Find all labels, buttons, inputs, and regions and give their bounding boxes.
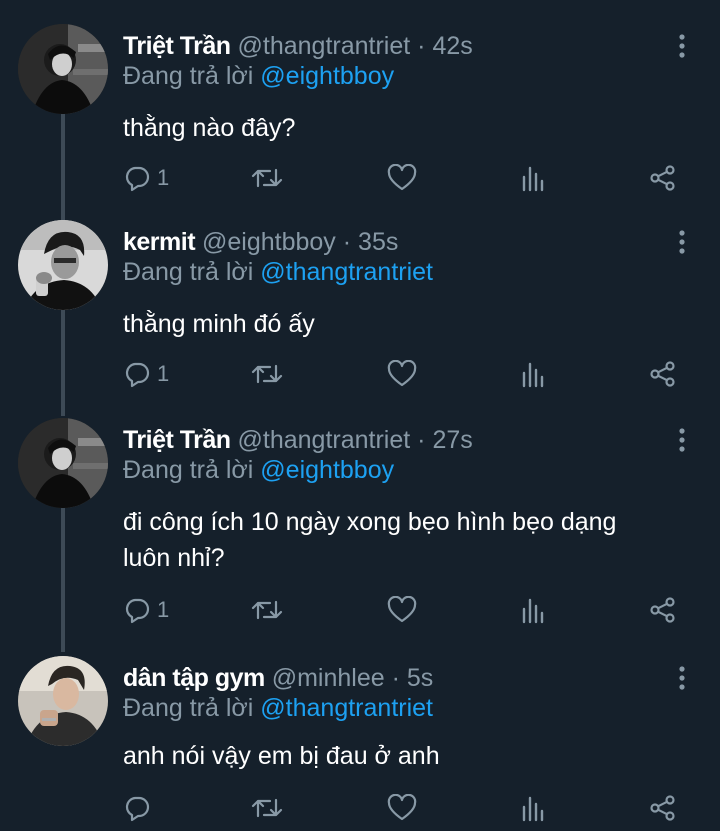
analytics-button[interactable] bbox=[520, 163, 546, 193]
share-icon bbox=[650, 165, 675, 191]
user-handle[interactable]: @minhlee bbox=[272, 664, 385, 692]
like-button[interactable] bbox=[387, 793, 417, 823]
like-button[interactable] bbox=[387, 359, 417, 389]
reply-prefix: Đang trả lời bbox=[123, 62, 254, 90]
replying-to: Đang trả lời @thangtrantriet bbox=[123, 692, 433, 724]
display-name[interactable]: Triệt Trần bbox=[123, 426, 231, 454]
retweet-icon bbox=[251, 364, 283, 384]
like-icon bbox=[387, 360, 417, 387]
share-icon bbox=[650, 361, 675, 387]
like-icon bbox=[387, 794, 417, 821]
avatar[interactable] bbox=[18, 656, 108, 746]
retweet-icon bbox=[251, 798, 283, 818]
tweet-actions bbox=[123, 793, 683, 823]
retweet-button[interactable] bbox=[251, 359, 283, 389]
tweet[interactable]: kermit @eightbboy · 35s Đang trả lời @th… bbox=[0, 220, 720, 396]
analytics-icon bbox=[522, 166, 544, 192]
reply-prefix: Đang trả lời bbox=[123, 258, 254, 286]
tweet-actions: 1 bbox=[123, 359, 683, 389]
replying-to: Đang trả lời @eightbboy bbox=[123, 60, 394, 92]
reply-target-link[interactable]: @eightbboy bbox=[260, 62, 394, 90]
display-name[interactable]: kermit bbox=[123, 228, 196, 256]
retweet-button[interactable] bbox=[251, 595, 283, 625]
tweet-text: anh nói vậy em bị đau ở anh bbox=[123, 742, 440, 770]
tweet-text: thằng nào đây? bbox=[123, 114, 296, 142]
more-icon[interactable] bbox=[672, 228, 692, 256]
tweet-text: đi công ích 10 ngày xong bẹo hình bẹo dạ… bbox=[123, 508, 617, 572]
timestamp[interactable]: 5s bbox=[407, 664, 433, 692]
like-button[interactable] bbox=[387, 595, 417, 625]
user-handle[interactable]: @eightbboy bbox=[202, 228, 336, 256]
display-name[interactable]: dân tập gym bbox=[123, 664, 265, 692]
avatar[interactable] bbox=[18, 418, 108, 508]
reply-icon bbox=[125, 362, 150, 388]
tweet-header: Triệt Trần @thangtrantriet · 42s bbox=[123, 30, 473, 62]
tweet[interactable]: dân tập gym @minhlee · 5s Đang trả lời @… bbox=[0, 656, 720, 831]
analytics-icon bbox=[522, 598, 544, 624]
tweet[interactable]: Triệt Trần @thangtrantriet · 42s Đang tr… bbox=[0, 24, 720, 200]
user-handle[interactable]: @thangtrantriet bbox=[238, 426, 411, 454]
replying-to: Đang trả lời @eightbboy bbox=[123, 454, 394, 486]
tweet-text: thằng minh đó ấy bbox=[123, 310, 315, 338]
analytics-icon bbox=[522, 796, 544, 822]
analytics-icon bbox=[522, 362, 544, 388]
tweet-header: kermit @eightbboy · 35s bbox=[123, 226, 398, 258]
reply-count: 1 bbox=[157, 597, 170, 622]
analytics-button[interactable] bbox=[520, 595, 546, 625]
reply-target-link[interactable]: @eightbboy bbox=[260, 456, 394, 484]
separator: · bbox=[417, 32, 426, 60]
separator: · bbox=[342, 228, 352, 256]
replying-to: Đang trả lời @thangtrantriet bbox=[123, 256, 433, 288]
analytics-button[interactable] bbox=[520, 793, 546, 823]
analytics-button[interactable] bbox=[520, 359, 546, 389]
like-button[interactable] bbox=[387, 163, 417, 193]
tweet-actions: 1 bbox=[123, 163, 683, 193]
like-icon bbox=[387, 596, 417, 623]
retweet-button[interactable] bbox=[251, 793, 283, 823]
more-icon[interactable] bbox=[672, 426, 692, 454]
reply-prefix: Đang trả lời bbox=[123, 456, 254, 484]
reply-prefix: Đang trả lời bbox=[123, 694, 254, 722]
tweet-header: Triệt Trần @thangtrantriet · 27s bbox=[123, 424, 473, 456]
reply-button[interactable]: 1 bbox=[123, 163, 169, 193]
share-icon bbox=[650, 597, 675, 623]
reply-icon bbox=[125, 796, 150, 822]
share-icon bbox=[650, 795, 675, 821]
share-button[interactable] bbox=[649, 359, 677, 389]
separator: · bbox=[417, 426, 426, 454]
reply-target-link[interactable]: @thangtrantriet bbox=[260, 258, 433, 286]
avatar[interactable] bbox=[18, 24, 108, 114]
display-name[interactable]: Triệt Trần bbox=[123, 32, 231, 60]
timestamp[interactable]: 27s bbox=[432, 426, 472, 454]
tweet[interactable]: Triệt Trần @thangtrantriet · 27s Đang tr… bbox=[0, 418, 720, 634]
reply-icon bbox=[125, 598, 150, 624]
timestamp[interactable]: 35s bbox=[358, 228, 398, 256]
timestamp[interactable]: 42s bbox=[432, 32, 472, 60]
reply-button[interactable]: 1 bbox=[123, 595, 169, 625]
retweet-button[interactable] bbox=[251, 163, 283, 193]
reply-button[interactable] bbox=[123, 793, 157, 823]
tweet-header: dân tập gym @minhlee · 5s bbox=[123, 662, 433, 694]
user-handle[interactable]: @thangtrantriet bbox=[238, 32, 411, 60]
avatar[interactable] bbox=[18, 220, 108, 310]
retweet-icon bbox=[251, 600, 283, 620]
share-button[interactable] bbox=[649, 793, 677, 823]
separator: · bbox=[391, 664, 400, 692]
like-icon bbox=[387, 164, 417, 191]
reply-icon bbox=[125, 166, 150, 192]
reply-count: 1 bbox=[157, 165, 170, 190]
more-icon[interactable] bbox=[672, 32, 692, 60]
reply-count: 1 bbox=[157, 361, 170, 386]
reply-button[interactable]: 1 bbox=[123, 359, 169, 389]
retweet-icon bbox=[251, 168, 283, 188]
tweet-actions: 1 bbox=[123, 595, 683, 625]
share-button[interactable] bbox=[649, 595, 677, 625]
more-icon[interactable] bbox=[672, 664, 692, 692]
share-button[interactable] bbox=[649, 163, 677, 193]
reply-target-link[interactable]: @thangtrantriet bbox=[260, 694, 433, 722]
